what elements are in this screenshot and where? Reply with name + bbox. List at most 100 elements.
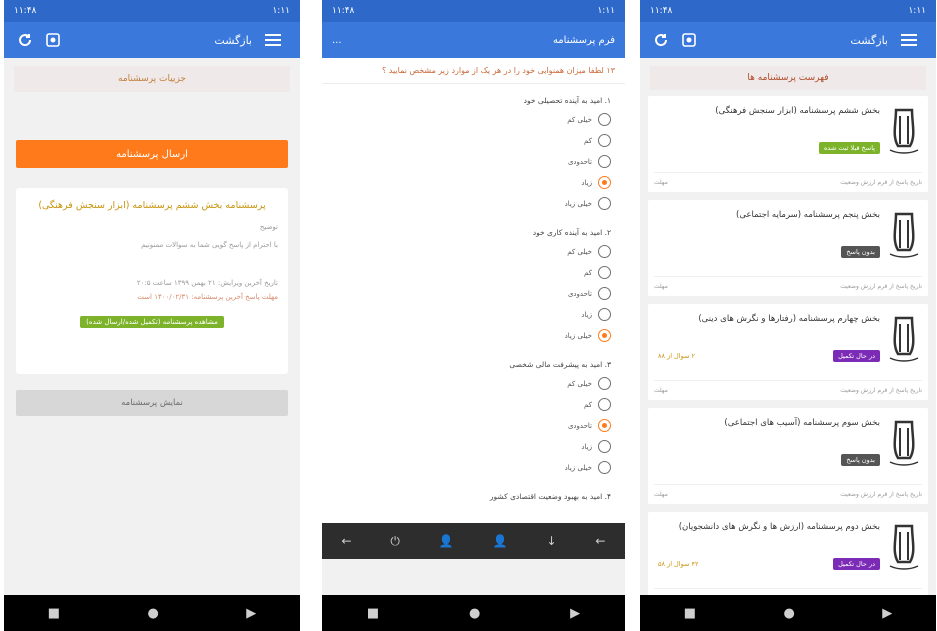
download-icon[interactable]: ↓ xyxy=(546,534,556,548)
answer-option[interactable]: خیلی زیاد xyxy=(332,325,611,346)
radio-button[interactable] xyxy=(598,245,611,258)
university-logo-icon xyxy=(886,106,922,156)
view-answers-chip[interactable]: مشاهده پرسشنامه (تکمیل شده/ارسال شده) xyxy=(80,316,224,328)
status-badge: بدون پاسخ xyxy=(841,246,880,258)
refresh-icon[interactable] xyxy=(650,29,672,51)
radio-button[interactable] xyxy=(598,266,611,279)
questionnaire-list-item[interactable]: بخش ششم پرسشنامه (ابزار سنجش فرهنگی) پاسخ… xyxy=(648,96,928,192)
questionnaire-list-item[interactable]: بخش دوم پرسشنامه (ارزش ها و نگرش های دان… xyxy=(648,512,928,595)
radio-button[interactable] xyxy=(598,419,611,432)
page-title: فرم پرسشنامه xyxy=(552,34,615,46)
questionnaire-list-item[interactable]: بخش چهارم پرسشنامه (رفتارها و نگرش های د… xyxy=(648,304,928,400)
screen: ۱۱:۴۸ ۱:۱۱ ... فرم پرسشنامه ۱۳ لطفا میزا… xyxy=(322,0,625,595)
power-icon[interactable]: ⏻ xyxy=(390,534,400,549)
back-icon[interactable]: ▶ xyxy=(246,606,256,621)
screen: ۱۱:۴۸ ۱:۱۱ بازگشت xyxy=(640,0,936,595)
radio-button[interactable] xyxy=(598,398,611,411)
scan-icon[interactable] xyxy=(42,29,64,51)
questionnaire-list-item[interactable]: بخش سوم پرسشنامه (آسیب های اجتماعی) بدون … xyxy=(648,408,928,504)
card-line: توضیح xyxy=(259,223,278,231)
overflow-menu[interactable]: ... xyxy=(332,35,342,46)
app-bar: بازگشت xyxy=(4,22,300,58)
answer-option[interactable]: تاحدودی xyxy=(332,283,611,304)
item-footer: تاریخ پاسخ از فرم ارزش وضعیت مهلت xyxy=(654,484,922,498)
page-title: جزییات پرسشنامه xyxy=(14,66,290,92)
status-left: ۱۱:۴۸ xyxy=(332,6,355,16)
back-label[interactable]: بازگشت xyxy=(850,34,888,47)
radio-button[interactable] xyxy=(598,176,611,189)
answer-option[interactable]: خیلی کم xyxy=(332,241,611,262)
arrow-icon[interactable]: ← xyxy=(595,534,605,548)
status-left: ۱۱:۴۸ xyxy=(650,6,673,16)
status-right: ۱:۱۱ xyxy=(908,6,926,16)
answer-option[interactable]: کم xyxy=(332,130,611,151)
radio-button[interactable] xyxy=(598,440,611,453)
progress-text: ۴۲ سوال از ۵۸ xyxy=(658,560,699,568)
home-icon[interactable]: ● xyxy=(469,606,480,621)
radio-button[interactable] xyxy=(598,287,611,300)
recents-icon[interactable]: ■ xyxy=(367,606,379,621)
home-icon[interactable]: ● xyxy=(783,606,794,621)
system-nav-bar: ■ ● ▶ xyxy=(4,595,300,631)
menu-icon[interactable] xyxy=(898,29,920,51)
radio-button[interactable] xyxy=(598,155,611,168)
option-label: زیاد xyxy=(581,442,592,451)
question: ۳. امید به پیشرفت مالی شخصی خیلی کم کم تاحد… xyxy=(322,348,625,480)
question: ۴. امید به بهبود وضعیت اقتصادی کشور xyxy=(322,480,625,507)
show-questionnaire-button[interactable]: نمایش پرسشنامه xyxy=(16,390,288,416)
answer-option[interactable]: خیلی کم xyxy=(332,109,611,130)
toolbar-item[interactable]: ← xyxy=(341,534,351,548)
answer-option[interactable]: تاحدودی xyxy=(332,151,611,172)
refresh-icon[interactable] xyxy=(14,29,36,51)
answer-option[interactable]: زیاد xyxy=(332,436,611,457)
back-label[interactable]: بازگشت xyxy=(214,34,252,47)
card-deadline: مهلت پاسخ آخرین پرسشنامه: ۱۴۰۰/۰۲/۳۱ است xyxy=(137,293,278,301)
radio-button[interactable] xyxy=(598,461,611,474)
form-instruction: ۱۳ لطفا میزان همنوایی خود را در هر یک از… xyxy=(322,58,625,84)
user-icon[interactable]: 👤 xyxy=(493,534,508,548)
footer-info: تاریخ پاسخ از فرم ارزش وضعیت xyxy=(840,387,922,394)
answer-option[interactable]: زیاد xyxy=(332,304,611,325)
answer-option[interactable]: زیاد xyxy=(332,172,611,193)
questionnaire-list: بخش ششم پرسشنامه (ابزار سنجش فرهنگی) پاسخ… xyxy=(640,96,936,595)
back-icon[interactable]: ▶ xyxy=(570,606,580,621)
radio-button[interactable] xyxy=(598,329,611,342)
radio-button[interactable] xyxy=(598,113,611,126)
status-right: ۱:۱۱ xyxy=(272,6,290,16)
radio-button[interactable] xyxy=(598,134,611,147)
radio-button[interactable] xyxy=(598,377,611,390)
answer-option[interactable]: خیلی زیاد xyxy=(332,457,611,478)
back-icon[interactable]: ▶ xyxy=(882,606,892,621)
phone-questionnaire-form: ۱۱:۴۸ ۱:۱۱ ... فرم پرسشنامه ۱۳ لطفا میزا… xyxy=(322,0,625,631)
option-label: تاحدودی xyxy=(567,289,592,298)
recents-icon[interactable]: ■ xyxy=(48,606,60,621)
answer-option[interactable]: خیلی زیاد xyxy=(332,193,611,214)
menu-icon[interactable] xyxy=(262,29,284,51)
question-list: ۱. امید به آینده تحصیلی خود خیلی کم کم تاحد… xyxy=(322,84,625,507)
answer-option[interactable]: خیلی کم xyxy=(332,373,611,394)
user-icon[interactable]: 👤 xyxy=(439,534,454,548)
footer-info: تاریخ پاسخ از فرم ارزش وضعیت xyxy=(840,283,922,290)
radio-button[interactable] xyxy=(598,308,611,321)
item-footer: تاریخ پاسخ از فرم ارزش وضعیت مهلت xyxy=(654,276,922,290)
radio-button[interactable] xyxy=(598,197,611,210)
footer-deadline: مهلت xyxy=(654,283,668,290)
answer-option[interactable]: کم xyxy=(332,262,611,283)
option-label: خیلی کم xyxy=(567,115,592,124)
item-title: بخش چهارم پرسشنامه (رفتارها و نگرش های د… xyxy=(698,314,880,324)
status-bar: ۱۱:۴۸ ۱:۱۱ xyxy=(4,0,300,22)
home-icon[interactable]: ● xyxy=(147,606,158,621)
form-body: ۱۳ لطفا میزان همنوایی خود را در هر یک از… xyxy=(322,58,625,559)
send-questionnaire-button[interactable]: ارسال پرسشنامه xyxy=(16,140,288,168)
recents-icon[interactable]: ■ xyxy=(684,606,696,621)
screen: ۱۱:۴۸ ۱:۱۱ بازگشت xyxy=(4,0,300,595)
questionnaire-list-item[interactable]: بخش پنجم پرسشنامه (سرمایه اجتماعی) بدون پ… xyxy=(648,200,928,296)
footer-info: تاریخ پاسخ از فرم ارزش وضعیت xyxy=(840,179,922,186)
scan-icon[interactable] xyxy=(678,29,700,51)
status-badge: در حال تکمیل xyxy=(833,350,880,362)
status-badge: در حال تکمیل xyxy=(833,558,880,570)
option-label: زیاد xyxy=(581,310,592,319)
answer-option[interactable]: تاحدودی xyxy=(332,415,611,436)
system-nav-bar: ■ ● ▶ xyxy=(322,595,625,631)
answer-option[interactable]: کم xyxy=(332,394,611,415)
